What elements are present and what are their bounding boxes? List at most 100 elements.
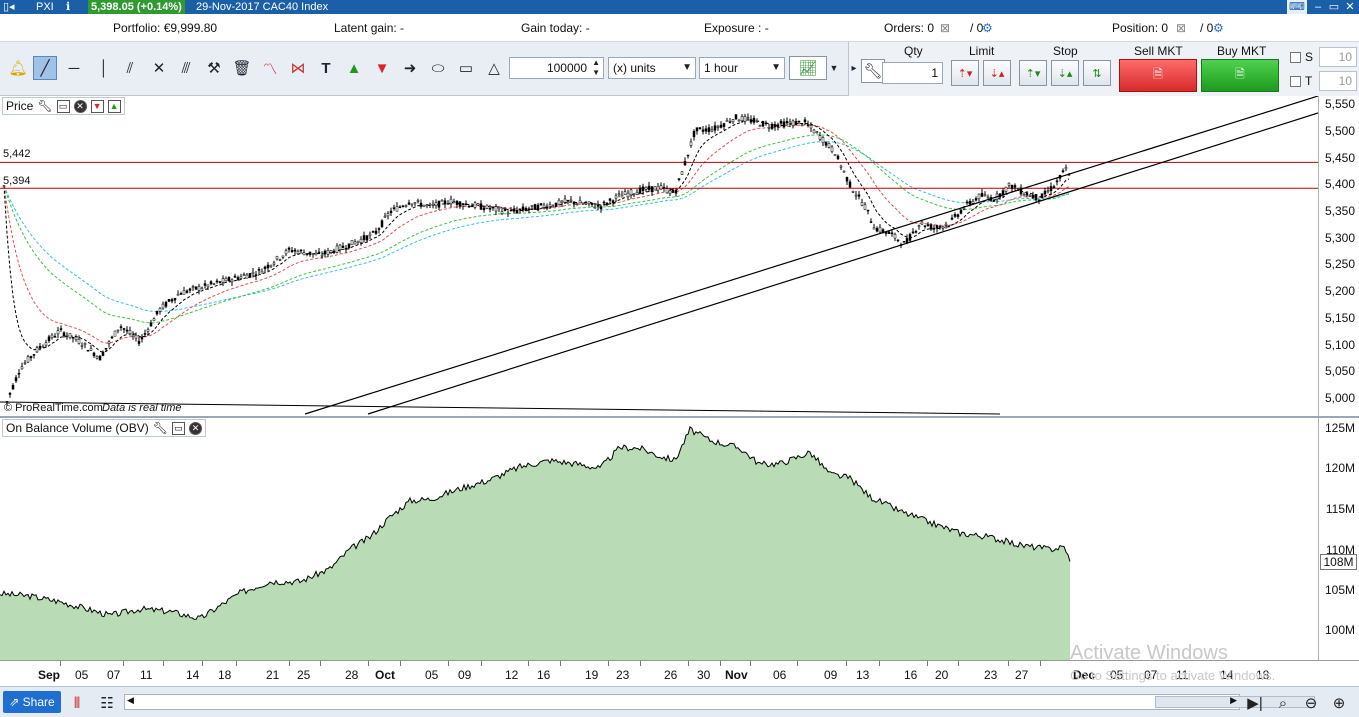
info-icon[interactable]: ℹ (66, 0, 70, 14)
time-axis-label: 16 (537, 668, 551, 682)
timeframe-select[interactable]: 1 hour ▼ (699, 57, 785, 79)
keyboard-icon[interactable]: ⌨ (1287, 0, 1307, 14)
sell-market-button[interactable]: 🗎︎ (1119, 59, 1197, 92)
qty-input[interactable]: 1 (882, 62, 943, 84)
wrench-icon[interactable]: 🔧︎ (37, 98, 52, 114)
candlesticks (2, 113, 1071, 406)
buy-arrow-icon[interactable]: ▲ (342, 56, 366, 80)
candle-body (596, 204, 600, 207)
rectangle-tool-icon[interactable]: ▭ (454, 56, 478, 80)
maximize-button[interactable]: ▭ (1326, 0, 1342, 14)
t-checkbox[interactable] (1290, 76, 1301, 87)
candles-icon[interactable]: ⫴ (66, 692, 88, 714)
candle-body (23, 362, 27, 365)
cross-line-icon[interactable]: ✕ (147, 56, 171, 80)
collapse-arrow-icon[interactable]: ▸ (849, 56, 859, 80)
price-chart[interactable] (0, 96, 1318, 416)
candle-body (44, 342, 48, 346)
position-settings-icon[interactable]: ⚙ (1213, 21, 1224, 35)
candle-body (146, 329, 150, 332)
line-tool-icon[interactable]: ╱ (33, 56, 57, 80)
close-icon[interactable]: ✕ (188, 421, 202, 435)
stop-button-3[interactable]: ⇅ (1083, 60, 1111, 86)
chart-type-icon[interactable]: 📈︎ (789, 56, 827, 80)
obv-y-axis[interactable]: 125M 120M 115M 110M 105M 100M (1318, 418, 1359, 660)
stop-button-1[interactable]: ⇡▾ (1019, 60, 1047, 86)
text-tool-icon[interactable]: T (314, 56, 338, 80)
alert-bell-icon[interactable]: 🔔︎ (6, 56, 30, 80)
parallel-lines-icon[interactable]: ⫻ (174, 56, 198, 80)
spinner-icon[interactable]: ▲ ▼ (592, 58, 600, 78)
candle-body (1028, 194, 1032, 197)
candle-body (968, 200, 972, 205)
trash-icon[interactable]: 🗑︎ (230, 56, 254, 80)
tools-icon[interactable]: ⚒ (202, 56, 226, 80)
candle-body (752, 118, 756, 123)
candle-body (509, 209, 513, 212)
wrench-icon[interactable]: 🔧︎ (153, 420, 168, 436)
zoom-out-icon[interactable]: ⊖ (1300, 692, 1322, 714)
account-info-bar: Portfolio: €9,999.80 Latent gain: - Gain… (0, 14, 1359, 42)
candle-body (893, 233, 897, 239)
vertical-line-icon[interactable]: │ (92, 56, 116, 80)
buy-market-button[interactable]: 🗎︎ (1201, 59, 1279, 92)
position-cancel-icon[interactable]: ⊠ (1176, 21, 1186, 35)
price-y-tick: 5,450 (1324, 151, 1355, 165)
candle-body (878, 226, 882, 233)
scroll-right-icon[interactable]: ▶ (1230, 695, 1237, 706)
candle-body (614, 195, 618, 199)
channel-tool-icon[interactable]: ⫽ (118, 56, 142, 80)
window-icon[interactable]: ▭ (171, 421, 185, 435)
candle-body (599, 206, 603, 210)
candle-body (119, 326, 123, 328)
candle-body (77, 338, 81, 344)
share-button[interactable]: ⇗ Share (3, 691, 61, 713)
candle-body (35, 347, 39, 353)
t-input[interactable]: 10 (1319, 71, 1357, 91)
candle-body (1010, 184, 1014, 189)
quantity-input[interactable]: 100000 ▲ ▼ (509, 57, 604, 79)
minimize-button[interactable]: – (1310, 0, 1326, 14)
move-up-icon[interactable]: ▲ (107, 99, 121, 113)
orders-settings-icon[interactable]: ⚙ (982, 21, 993, 35)
close-icon[interactable]: ✕ (73, 99, 87, 113)
close-button[interactable]: ✕ (1342, 0, 1358, 14)
time-scrollbar[interactable]: ◀ ▶ (124, 694, 1315, 710)
fibonacci-retracement-icon[interactable]: ⋈ (286, 56, 310, 80)
fibonacci-fan-icon[interactable]: 〽 (258, 56, 282, 80)
window-icon[interactable]: ▭ (56, 99, 70, 113)
candle-body (272, 262, 276, 265)
scroll-end-icon[interactable]: ▶| (1244, 692, 1266, 714)
s-input[interactable]: 10 (1319, 47, 1357, 67)
candle-body (143, 333, 147, 335)
price-y-axis[interactable]: 5,550 5,500 5,450 5,400 5,350 5,300 5,250 5,200… (1318, 96, 1359, 416)
zoom-fit-icon[interactable]: ⌕ (1272, 692, 1294, 714)
candle-body (359, 238, 363, 243)
zoom-in-icon[interactable]: ⊕ (1328, 692, 1350, 714)
candle-body (767, 127, 771, 129)
horizontal-line-icon[interactable]: ─ (62, 56, 86, 80)
candle-body (80, 345, 84, 347)
ellipse-tool-icon[interactable]: ⬭ (426, 56, 450, 80)
chart-type-dropdown-icon[interactable]: ▼ (828, 56, 840, 80)
candle-body (170, 299, 174, 302)
sell-arrow-icon[interactable]: ▼ (370, 56, 394, 80)
triangle-tool-icon[interactable]: △ (482, 56, 506, 80)
candle-body (230, 279, 234, 283)
s-checkbox[interactable] (1290, 52, 1301, 63)
right-arrow-icon[interactable]: ➜ (398, 56, 422, 80)
move-down-icon[interactable]: ▼ (90, 99, 104, 113)
orders-cancel-icon[interactable]: ⊠ (940, 21, 950, 35)
obv-chart[interactable] (0, 418, 1318, 660)
time-axis-tick (528, 661, 529, 666)
time-axis-tick (608, 661, 609, 666)
stop-button-2[interactable]: ⇣▴ (1051, 60, 1079, 86)
candle-body (353, 241, 357, 245)
sell-doc-icon: 🗎︎ (1153, 67, 1163, 81)
limit-sell-button[interactable]: ⇡▾ (951, 60, 979, 86)
scroll-left-icon[interactable]: ◀ (127, 695, 134, 706)
candle-body (155, 310, 159, 315)
list-icon[interactable]: ☷ (96, 692, 118, 714)
limit-buy-button[interactable]: ⇣▴ (983, 60, 1011, 86)
units-select[interactable]: (x) units ▼ (608, 57, 696, 79)
